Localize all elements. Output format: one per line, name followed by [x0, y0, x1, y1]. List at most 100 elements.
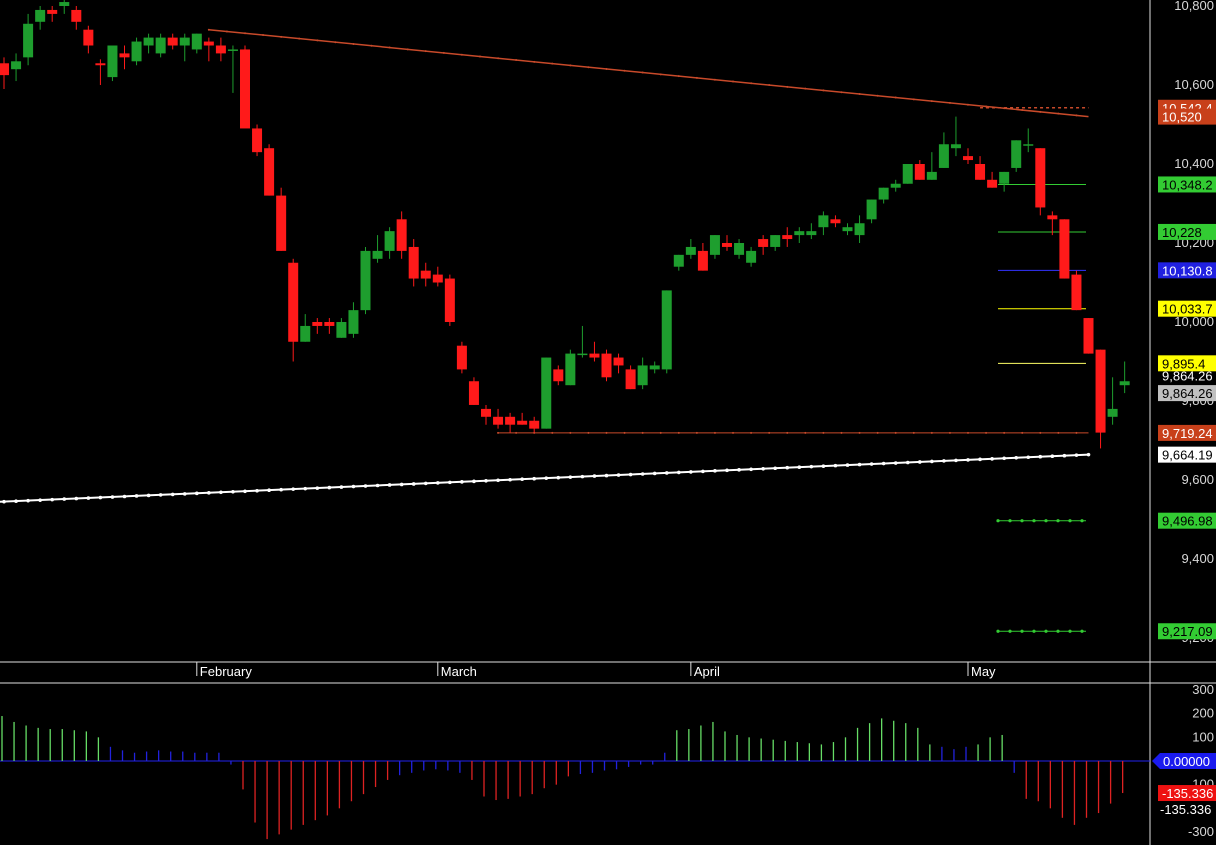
support-line-point	[623, 431, 626, 434]
support-line-point	[985, 431, 988, 434]
support-line-point	[515, 431, 518, 434]
candle-body	[782, 235, 793, 240]
moving-average-point	[339, 485, 344, 489]
moving-average-point	[797, 465, 802, 469]
moving-average-point	[207, 491, 211, 495]
support-line-point	[948, 431, 951, 434]
moving-average-point	[327, 485, 332, 490]
moving-average-point	[1014, 455, 1018, 460]
resistance-trendline-point	[424, 50, 427, 53]
moving-average-point	[1002, 456, 1006, 461]
resistance-trendline-point	[605, 67, 608, 70]
candle-body	[1035, 148, 1046, 208]
price-tag-label: 9,864.26	[1162, 386, 1213, 401]
moving-average-point	[616, 473, 621, 477]
candle-body	[661, 290, 672, 370]
candle-body	[420, 270, 431, 279]
resistance-trendline-point	[659, 73, 662, 76]
moving-average-point	[436, 481, 440, 485]
moving-average-point	[628, 472, 633, 477]
candle-body	[131, 41, 142, 62]
candle-body	[227, 49, 238, 51]
moving-average-point	[966, 458, 970, 462]
candle-body	[613, 357, 624, 366]
resistance-trendline-point	[822, 89, 825, 92]
moving-average-point	[905, 460, 910, 465]
candle-body	[71, 9, 82, 22]
moving-average-point	[62, 497, 67, 501]
moving-average-point	[2, 499, 6, 504]
candle-body	[914, 164, 925, 180]
moving-average-point	[110, 495, 115, 499]
resistance-trendline-point	[1057, 112, 1060, 115]
support-line-point	[768, 431, 771, 434]
candle-body	[709, 235, 720, 255]
oscillator-tick-label: -300	[1188, 824, 1214, 839]
moving-average-point	[98, 495, 103, 500]
candle-body	[264, 148, 275, 196]
candle-body	[854, 223, 865, 236]
candle-body	[794, 231, 805, 236]
moving-average-point	[881, 461, 886, 466]
support-line-point	[894, 431, 897, 434]
moving-average-point	[267, 488, 271, 493]
support-line-point	[713, 431, 716, 434]
support-line-point	[1075, 431, 1078, 434]
moving-average-point	[26, 498, 30, 503]
price-tag-label: 9,664.19	[1162, 448, 1213, 463]
moving-average-point	[508, 477, 512, 482]
moving-average-point	[231, 489, 235, 494]
moving-average-point	[1086, 452, 1091, 457]
support-line-point	[497, 431, 500, 434]
month-label: March	[441, 664, 477, 679]
candle-body	[842, 227, 853, 232]
price-tag-label: 10,033.7	[1162, 302, 1213, 317]
resistance-trendline-point	[280, 35, 283, 38]
moving-average-point	[195, 491, 199, 496]
resistance-trendline-point	[750, 82, 753, 85]
candle-body	[167, 37, 178, 46]
candle-body	[288, 262, 299, 342]
moving-average-point	[990, 457, 994, 461]
price-tag-label: 10,348.2	[1162, 177, 1213, 192]
resistance-trendline-point	[587, 66, 590, 69]
target-level-point	[1032, 519, 1036, 523]
moving-average-point	[640, 472, 645, 476]
moving-average-point	[532, 476, 536, 481]
resistance-trendline-point	[569, 64, 572, 67]
support-line-point	[967, 431, 969, 434]
candle-body	[11, 61, 22, 70]
price-tag-label: 9,217.09	[1162, 624, 1213, 639]
support-line-point	[605, 431, 608, 434]
candle-body	[35, 9, 46, 22]
moving-average-point	[773, 466, 777, 471]
oscillator-last-tag-label: -135.336	[1162, 786, 1213, 801]
moving-average-point	[182, 492, 187, 496]
moving-average-point	[809, 464, 814, 469]
resistance-trendline-point	[732, 80, 735, 83]
moving-average-point	[399, 482, 404, 487]
price-tick-label: 10,600	[1174, 77, 1214, 92]
moving-average-point	[134, 494, 139, 498]
stock-chart[interactable]: 10,80010,60010,40010,20010,0009,8009,600…	[0, 0, 1216, 845]
support-line-point	[750, 431, 753, 434]
moving-average-point	[1074, 453, 1079, 457]
moving-average-point	[158, 493, 163, 497]
support-line-point	[1039, 431, 1042, 434]
moving-average-point	[954, 458, 958, 463]
candle-body	[601, 353, 612, 378]
support-line-point	[786, 431, 789, 434]
candle-body	[83, 29, 94, 46]
moving-average-point	[520, 477, 524, 482]
moving-average-point	[833, 463, 838, 468]
moving-average-point	[701, 469, 705, 474]
resistance-trendline-point	[244, 32, 246, 35]
candle-body	[878, 187, 889, 200]
month-label: May	[971, 664, 996, 679]
candle-body	[1119, 381, 1130, 386]
candle-body	[1107, 408, 1118, 417]
candle-body	[577, 353, 588, 356]
candle-body	[252, 128, 263, 153]
moving-average-point	[411, 482, 416, 486]
candle-body	[481, 408, 491, 417]
